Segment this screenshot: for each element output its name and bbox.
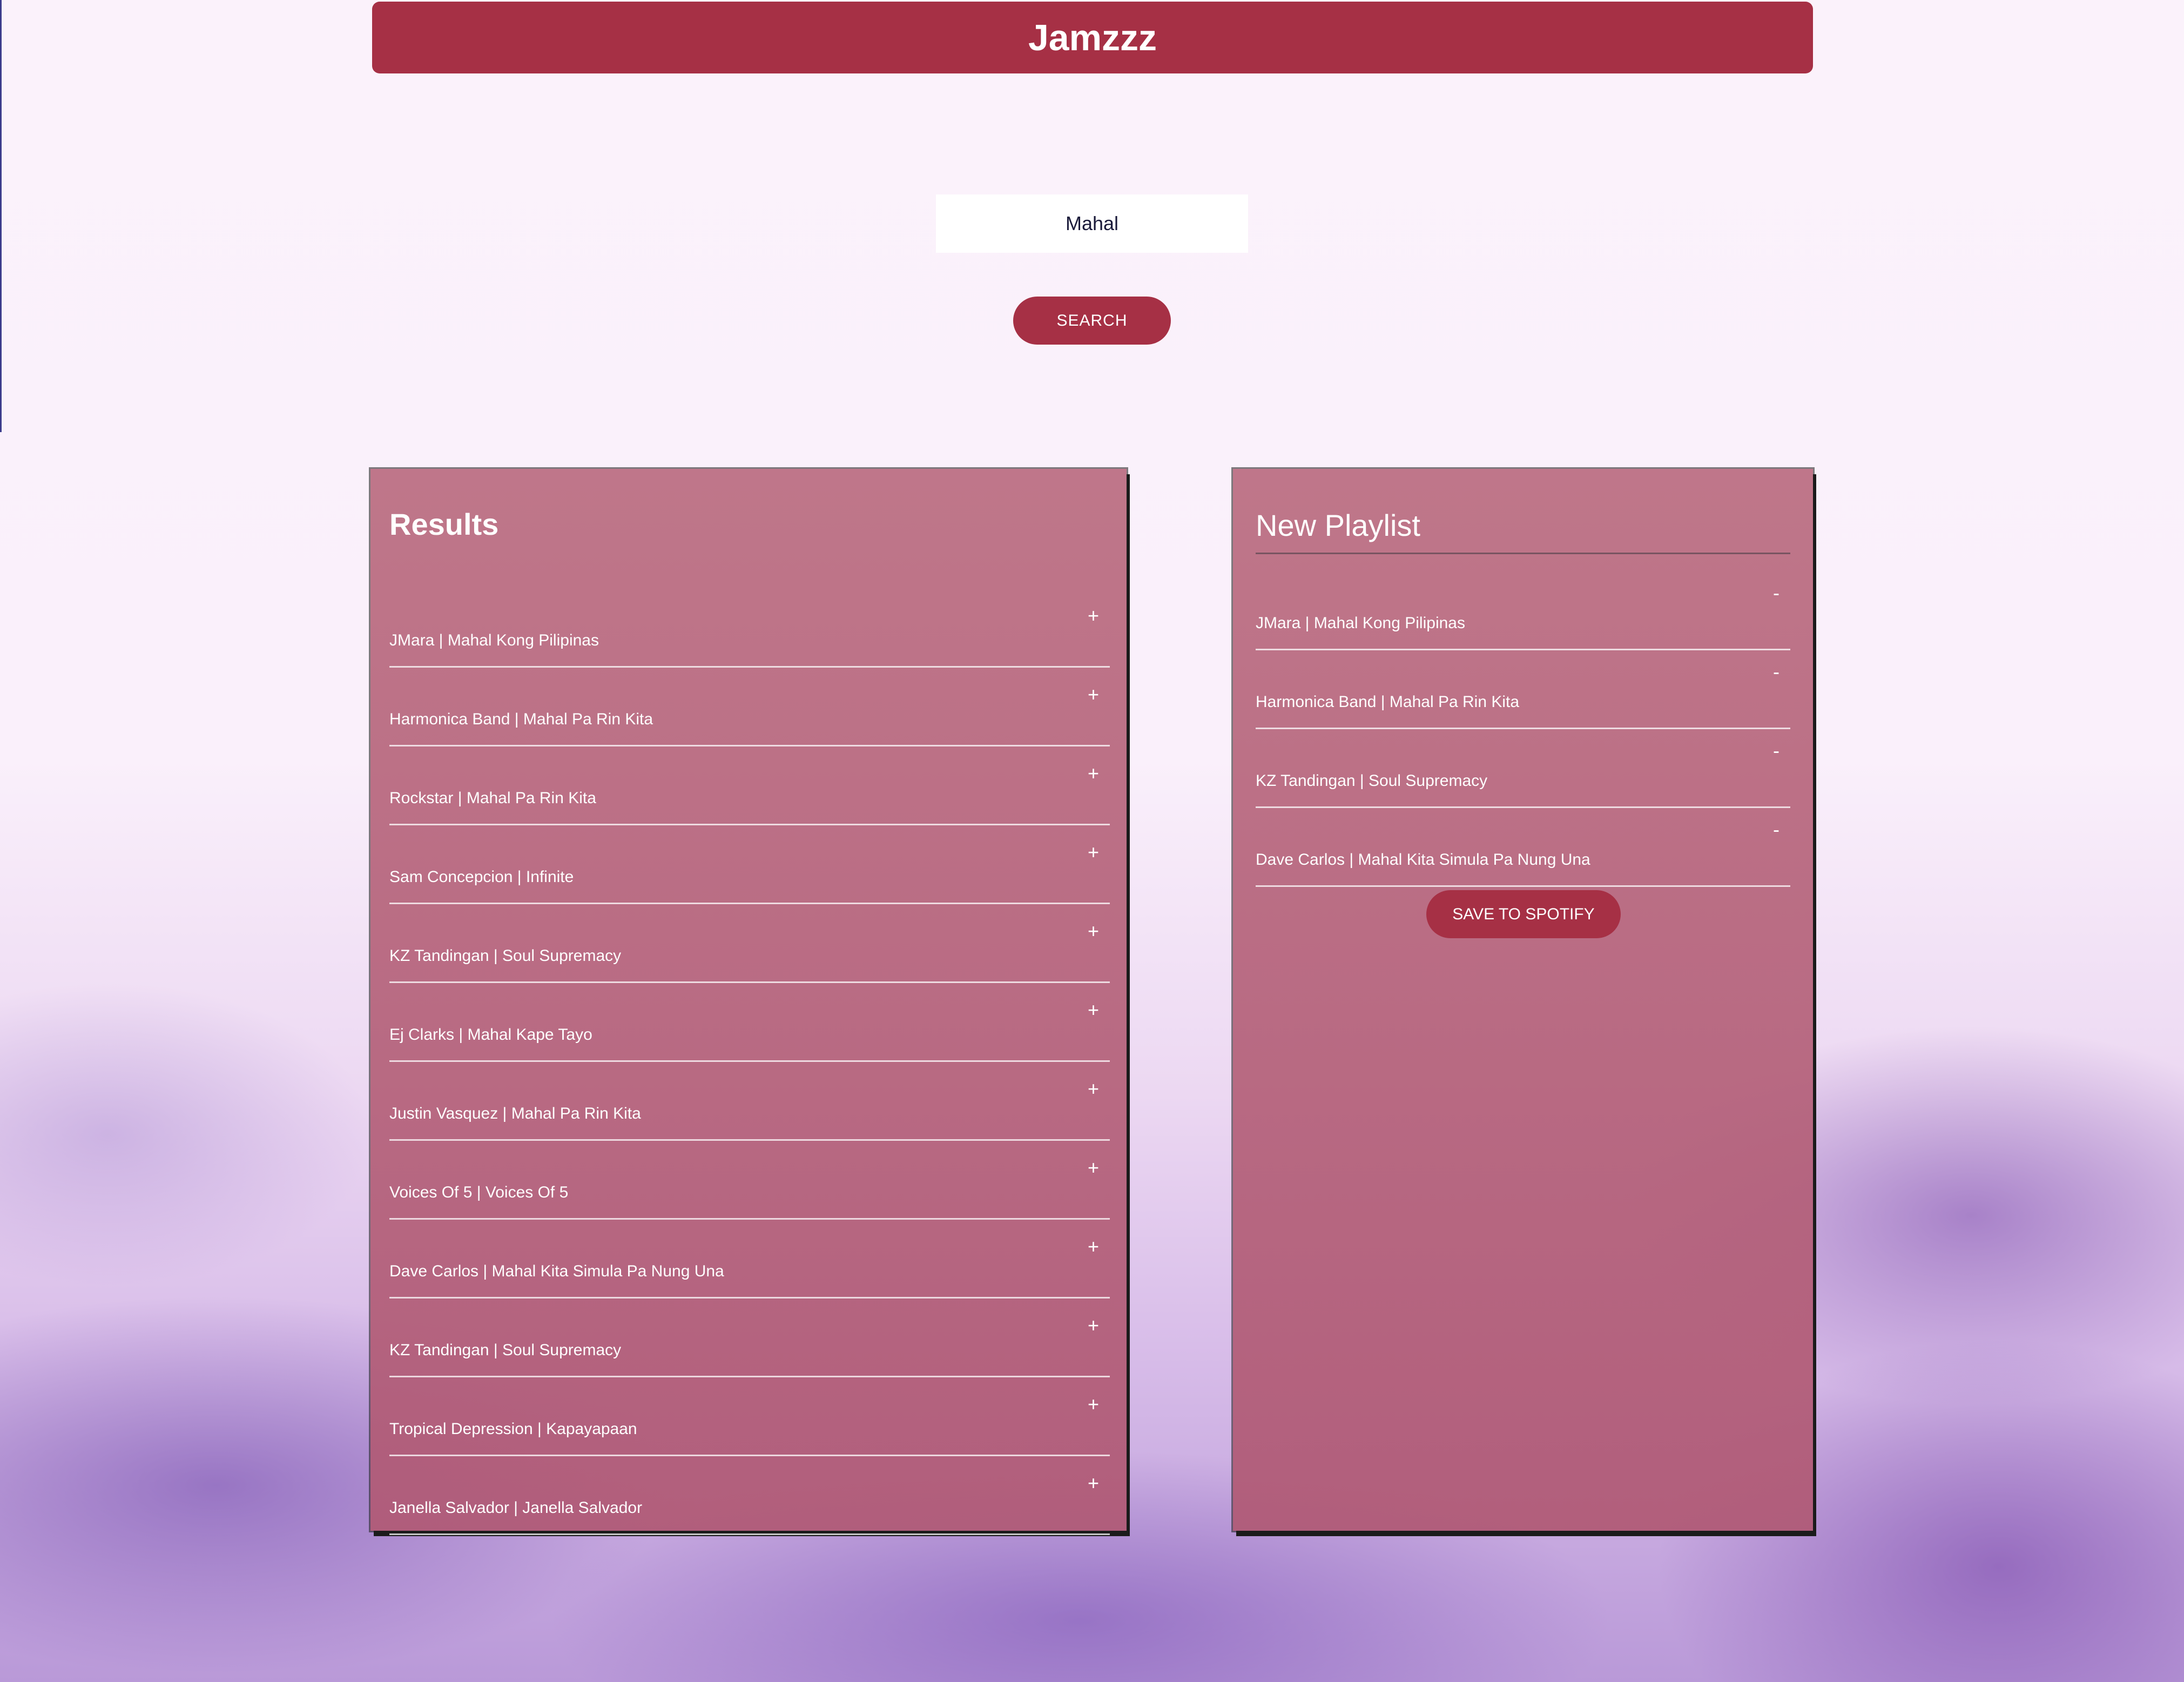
track-name: Ej Clarks | Mahal Kape Tayo xyxy=(389,1026,592,1044)
track-item: KZ Tandingan | Soul Supremacy + xyxy=(389,1298,1110,1377)
add-track-button[interactable]: + xyxy=(1088,606,1099,625)
track-item: Justin Vasquez | Mahal Pa Rin Kita + xyxy=(389,1062,1110,1141)
track-name: Rockstar | Mahal Pa Rin Kita xyxy=(389,789,596,807)
track-item: Sam Concepcion | Infinite + xyxy=(389,825,1110,904)
track-item: Dave Carlos | Mahal Kita Simula Pa Nung … xyxy=(1256,808,1790,887)
add-track-button[interactable]: + xyxy=(1088,1237,1099,1256)
remove-track-button[interactable]: - xyxy=(1773,741,1779,761)
playlist-title-input[interactable]: New Playlist xyxy=(1256,508,1790,554)
app-title: Jamzzz xyxy=(1028,17,1157,58)
add-track-button[interactable]: + xyxy=(1088,1474,1099,1493)
app-header: Jamzzz xyxy=(372,2,1813,73)
results-track-list: JMara | Mahal Kong Pilipinas + Harmonica B… xyxy=(389,589,1127,1535)
track-item: Rockstar | Mahal Pa Rin Kita + xyxy=(389,746,1110,825)
track-name: Harmonica Band | Mahal Pa Rin Kita xyxy=(1256,693,1520,711)
track-name: Dave Carlos | Mahal Kita Simula Pa Nung … xyxy=(1256,851,1590,869)
window-edge xyxy=(0,0,2,432)
track-name: Sam Concepcion | Infinite xyxy=(389,868,574,886)
add-track-button[interactable]: + xyxy=(1088,1316,1099,1335)
playlist-panel: New Playlist JMara | Mahal Kong Pilipina… xyxy=(1233,469,1813,1531)
track-name: KZ Tandingan | Soul Supremacy xyxy=(389,1341,622,1359)
track-item: JMara | Mahal Kong Pilipinas + xyxy=(389,589,1110,668)
add-track-button[interactable]: + xyxy=(1088,843,1099,862)
track-item: KZ Tandingan | Soul Supremacy - xyxy=(1256,729,1790,808)
track-item: Dave Carlos | Mahal Kita Simula Pa Nung … xyxy=(389,1220,1110,1298)
track-name: JMara | Mahal Kong Pilipinas xyxy=(389,631,599,649)
add-track-button[interactable]: + xyxy=(1088,685,1099,704)
track-name: Voices Of 5 | Voices Of 5 xyxy=(389,1183,569,1201)
remove-track-button[interactable]: - xyxy=(1773,820,1779,839)
playlist-track-list: JMara | Mahal Kong Pilipinas - Harmonica B… xyxy=(1256,571,1813,887)
add-track-button[interactable]: + xyxy=(1088,1158,1099,1178)
search-button[interactable]: SEARCH xyxy=(1013,297,1171,345)
track-name: Janella Salvador | Janella Salvador xyxy=(389,1499,643,1517)
remove-track-button[interactable]: - xyxy=(1773,583,1779,603)
track-name: Harmonica Band | Mahal Pa Rin Kita xyxy=(389,710,653,728)
search-input[interactable] xyxy=(936,194,1248,253)
remove-track-button[interactable]: - xyxy=(1773,662,1779,682)
save-to-spotify-button[interactable]: SAVE TO SPOTIFY xyxy=(1426,890,1621,938)
track-name: KZ Tandingan | Soul Supremacy xyxy=(389,947,622,965)
track-name: Dave Carlos | Mahal Kita Simula Pa Nung … xyxy=(389,1262,724,1280)
track-item: Tropical Depression | Kapayapaan + xyxy=(389,1377,1110,1456)
results-title: Results xyxy=(389,507,499,541)
track-item: Ej Clarks | Mahal Kape Tayo + xyxy=(389,983,1110,1062)
track-item: Harmonica Band | Mahal Pa Rin Kita + xyxy=(389,668,1110,746)
track-name: Tropical Depression | Kapayapaan xyxy=(389,1420,637,1438)
track-item: Voices Of 5 | Voices Of 5 + xyxy=(389,1141,1110,1220)
track-name: KZ Tandingan | Soul Supremacy xyxy=(1256,772,1488,790)
track-item: KZ Tandingan | Soul Supremacy + xyxy=(389,904,1110,983)
track-item: JMara | Mahal Kong Pilipinas - xyxy=(1256,571,1790,650)
results-panel: Results JMara | Mahal Kong Pilipinas + Har… xyxy=(370,469,1127,1535)
add-track-button[interactable]: + xyxy=(1088,1000,1099,1020)
track-name: JMara | Mahal Kong Pilipinas xyxy=(1256,614,1465,632)
add-track-button[interactable]: + xyxy=(1088,921,1099,941)
add-track-button[interactable]: + xyxy=(1088,1395,1099,1414)
track-item: Janella Salvador | Janella Salvador + xyxy=(389,1456,1110,1535)
add-track-button[interactable]: + xyxy=(1088,764,1099,783)
add-track-button[interactable]: + xyxy=(1088,1079,1099,1099)
track-item: Harmonica Band | Mahal Pa Rin Kita - xyxy=(1256,650,1790,729)
track-name: Justin Vasquez | Mahal Pa Rin Kita xyxy=(389,1105,641,1122)
